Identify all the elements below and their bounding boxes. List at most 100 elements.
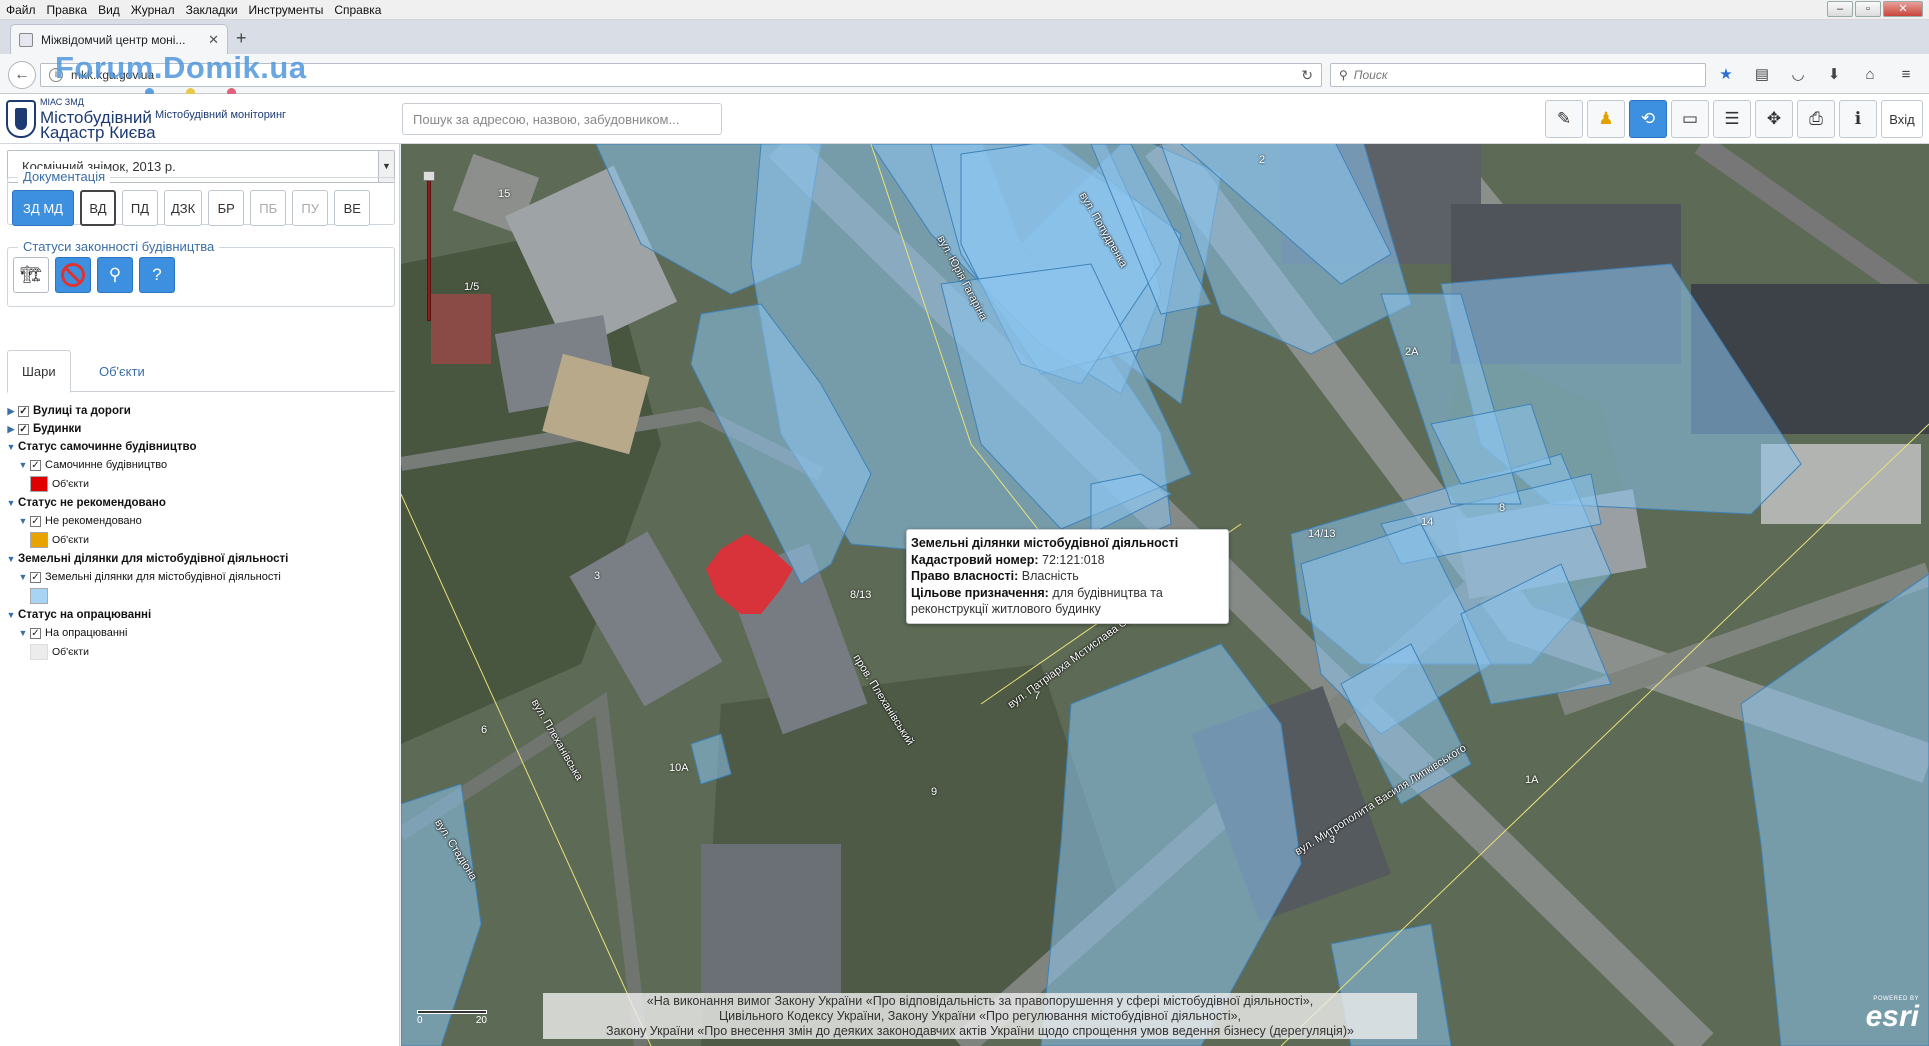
- full-extent-icon: ✥: [1766, 109, 1782, 128]
- doc-button-zd-md[interactable]: ЗД МД: [12, 190, 74, 226]
- layer-label: Вулиці та дороги: [33, 405, 131, 417]
- layer-checkbox[interactable]: ✓: [30, 571, 41, 583]
- doc-button-pb[interactable]: ПБ: [250, 190, 287, 226]
- legality-status-legend: Статуси законності будівництва: [18, 239, 220, 254]
- doc-button-pd[interactable]: ПД: [122, 190, 158, 226]
- doc-button-vd[interactable]: ВД: [80, 190, 116, 226]
- collapse-arrow-icon[interactable]: ▼: [6, 554, 16, 564]
- layer-checkbox[interactable]: ✓: [30, 627, 41, 639]
- collapse-arrow-icon[interactable]: ▼: [6, 610, 16, 620]
- under-review-status-button[interactable]: ?: [139, 257, 175, 293]
- layer-group-not-recommended[interactable]: ▼ Статус не рекомендовано: [6, 494, 396, 512]
- search-status-button[interactable]: ⚲: [97, 257, 133, 293]
- kyiv-cadastre-logo-icon[interactable]: [6, 100, 36, 138]
- menu-bookmarks[interactable]: Закладки: [186, 3, 238, 17]
- expand-arrow-icon[interactable]: ▶: [6, 406, 16, 417]
- tab-layers[interactable]: Шари: [7, 350, 71, 393]
- construction-status-button[interactable]: 🏗: [13, 257, 49, 293]
- edit-icon: ✎: [1556, 109, 1572, 128]
- layer-label: Статус не рекомендовано: [18, 497, 166, 509]
- popup-cadastral-label: Кадастровий номер:: [911, 552, 1039, 567]
- map-view[interactable]: вул. Юрія Гагаріна вул. Попудренка вул. …: [401, 144, 1929, 1046]
- prohibited-status-button[interactable]: [55, 257, 91, 293]
- reload-icon[interactable]: ↻: [1301, 67, 1313, 84]
- house-number: 1/5: [464, 281, 480, 293]
- zoom-slider[interactable]: [423, 171, 435, 321]
- building-crane-icon: 🏗: [20, 265, 42, 284]
- status-buttons: 🏗 ⚲ ?: [13, 257, 175, 293]
- street-view-button[interactable]: ♟: [1587, 100, 1625, 138]
- pocket-icon[interactable]: ◡: [1788, 65, 1808, 85]
- address-search-input[interactable]: [402, 103, 722, 135]
- doc-button-br[interactable]: БР: [208, 190, 245, 226]
- layer-checkbox[interactable]: ✓: [30, 515, 41, 527]
- sidebar: Космічний знімок, 2013 р. ▼ Документація…: [0, 144, 400, 1046]
- menu-view[interactable]: Вид: [98, 3, 120, 17]
- layer-land-plots[interactable]: ▼ ✓ Земельні ділянки для містобудівної д…: [6, 568, 396, 586]
- house-number: 3: [594, 570, 601, 582]
- layer-list-button[interactable]: ☰: [1713, 100, 1751, 138]
- layer-group-streets[interactable]: ▶ ✓ Вулиці та дороги: [6, 402, 396, 420]
- popup-ownership-label: Право власності:: [911, 569, 1019, 583]
- layer-group-under-review[interactable]: ▼ Статус на опрацюванні: [6, 606, 396, 624]
- house-number: 10А: [669, 762, 689, 774]
- back-arrow-icon[interactable]: ←: [8, 61, 36, 89]
- layer-label: На опрацюванні: [45, 627, 128, 639]
- collapse-arrow-icon[interactable]: ▼: [6, 498, 16, 508]
- layer-not-recommended[interactable]: ▼ ✓ Не рекомендовано: [6, 512, 396, 530]
- maximize-button[interactable]: ▫: [1855, 1, 1881, 17]
- tab-objects[interactable]: Об'єкти: [85, 350, 159, 393]
- print-button[interactable]: ⎙: [1797, 100, 1835, 138]
- layer-checkbox[interactable]: ✓: [18, 405, 29, 417]
- collapse-arrow-icon[interactable]: ▼: [6, 442, 16, 452]
- doc-button-ve[interactable]: ВЕ: [334, 190, 371, 226]
- house-number: 8/13: [850, 589, 872, 601]
- menu-file[interactable]: Файл: [6, 3, 36, 17]
- layer-unauthorized[interactable]: ▼ ✓ Самочинне будівництво: [6, 456, 396, 474]
- bookmark-star-icon[interactable]: ★: [1716, 65, 1736, 85]
- layer-group-buildings[interactable]: ▶ ✓ Будинки: [6, 420, 396, 438]
- scale-bar: 0 20: [417, 1010, 487, 1026]
- minimize-button[interactable]: –: [1827, 1, 1853, 17]
- collapse-arrow-icon[interactable]: ▼: [18, 460, 28, 470]
- layer-group-unauthorized[interactable]: ▼ Статус самочинне будівництво: [6, 438, 396, 456]
- collapse-arrow-icon[interactable]: ▼: [18, 572, 28, 582]
- layer-label: Статус самочинне будівництво: [18, 441, 197, 453]
- notice-line2: Цивільного Кодексу України, Закону Украї…: [718, 1009, 1242, 1023]
- layer-checkbox[interactable]: ✓: [18, 423, 29, 435]
- login-button[interactable]: Вхід: [1881, 100, 1923, 138]
- search-icon: ⚲: [1339, 68, 1348, 82]
- menu-history[interactable]: Журнал: [131, 3, 175, 17]
- menu-edit[interactable]: Правка: [47, 3, 88, 17]
- collapse-arrow-icon[interactable]: ▼: [18, 628, 28, 638]
- menu-help[interactable]: Справка: [334, 3, 381, 17]
- hamburger-menu-icon[interactable]: ≡: [1896, 65, 1916, 85]
- refresh-layers-button[interactable]: ⟲: [1629, 100, 1667, 138]
- menu-tools[interactable]: Инструменты: [249, 3, 324, 17]
- close-window-button[interactable]: ✕: [1883, 1, 1923, 17]
- home-icon[interactable]: ⌂: [1860, 65, 1880, 85]
- house-number: 3: [1329, 834, 1336, 846]
- map-toolbar: ✎ ♟ ⟲ ▭ ☰ ✥ ⎙ ℹ Вхід: [1545, 100, 1923, 138]
- house-number: 2: [1259, 154, 1266, 166]
- reading-list-icon[interactable]: ▤: [1752, 65, 1772, 85]
- expand-arrow-icon[interactable]: ▶: [6, 424, 16, 435]
- collapse-arrow-icon[interactable]: ▼: [18, 516, 28, 526]
- download-icon[interactable]: ⬇: [1824, 65, 1844, 85]
- layer-group-land-plots[interactable]: ▼ Земельні ділянки для містобудівної дія…: [6, 550, 396, 568]
- close-tab-icon[interactable]: ✕: [208, 32, 219, 48]
- browser-tabstrip: Міжвідомчий центр моні... ✕ +: [0, 20, 1929, 54]
- layer-checkbox[interactable]: ✓: [30, 459, 41, 471]
- legend-item-land-plots: [6, 586, 396, 606]
- browser-search-box[interactable]: ⚲ Поиск: [1330, 63, 1706, 87]
- doc-button-dzk[interactable]: ДЗК: [164, 190, 203, 226]
- full-extent-button[interactable]: ✥: [1755, 100, 1793, 138]
- layer-under-review[interactable]: ▼ ✓ На опрацюванні: [6, 624, 396, 642]
- doc-button-pu[interactable]: ПУ: [292, 190, 329, 226]
- new-tab-icon[interactable]: +: [236, 28, 247, 49]
- legend-swatch-orange: [30, 532, 48, 548]
- notice-line3: Закону України «Про внесення змін до дея…: [606, 1024, 1354, 1038]
- edit-tool-button[interactable]: ✎: [1545, 100, 1583, 138]
- info-button[interactable]: ℹ: [1839, 100, 1877, 138]
- measure-button[interactable]: ▭: [1671, 100, 1709, 138]
